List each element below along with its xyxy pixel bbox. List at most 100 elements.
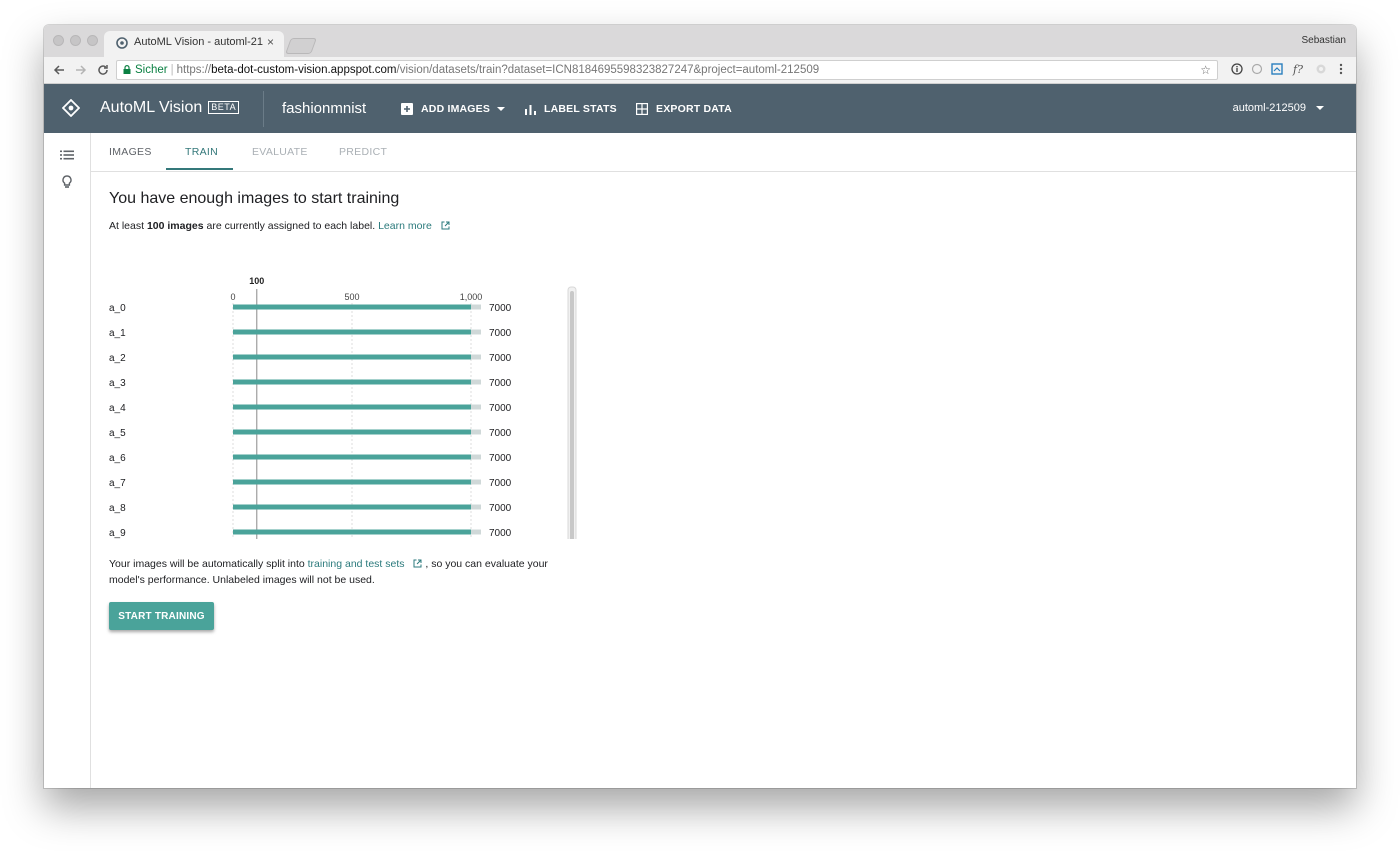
automl-favicon-icon [116,37,128,49]
add-images-button[interactable]: ADD IMAGES [401,103,506,115]
project-name: automl-212509 [1232,102,1306,114]
table-grid-icon [636,103,648,115]
category-label: a_1 [109,328,126,339]
bar-chart-icon [525,104,536,115]
bar-overflow-marker [471,529,481,535]
x-tick-label: 500 [344,292,359,302]
browser-window: AutoML Vision - automl-21250 × Sebastian… [44,25,1356,788]
lightbulb-icon[interactable] [60,175,74,189]
bar [233,479,471,485]
tab-images[interactable]: IMAGES [109,146,152,158]
bar-overflow-marker [471,354,481,360]
close-window-button[interactable] [53,35,64,46]
category-label: a_2 [109,353,126,364]
value-label: 7000 [489,503,512,514]
info-extension-icon[interactable] [1230,62,1244,76]
profile-name[interactable]: Sebastian [1302,35,1346,46]
category-label: a_9 [109,528,126,539]
left-sidebar [44,133,91,788]
page-tabs: IMAGES TRAIN EVALUATE PREDICT [91,133,1356,172]
tab-close-icon[interactable]: × [267,36,274,48]
image-requirement-text: At least 100 images are currently assign… [109,220,450,232]
export-data-label: EXPORT DATA [656,103,732,115]
address-bar[interactable]: Sicher | https://beta-dot-custom-vision.ap… [116,60,1218,80]
secure-label: Sicher [135,64,168,76]
url-path: /vision/datasets/train?dataset=ICN818469… [396,64,820,76]
learn-more-link[interactable]: Learn more [378,220,432,232]
tab-evaluate[interactable]: EVALUATE [252,146,308,158]
tab-title: AutoML Vision - automl-21250 [134,36,263,48]
reload-icon[interactable] [94,61,112,79]
x-tick-label: 1,000 [460,292,483,302]
add-images-label: ADD IMAGES [421,103,491,115]
split-note: Your images will be automatically split … [109,558,548,586]
bar [233,404,471,410]
value-label: 7000 [489,478,512,489]
bar [233,529,471,535]
category-label: a_3 [109,378,126,389]
bar-overflow-marker [471,504,481,510]
back-arrow-icon[interactable] [50,61,68,79]
x-tick-label: 0 [230,292,235,302]
bar [233,304,471,310]
bar [233,329,471,335]
category-label: a_7 [109,478,126,489]
bar [233,354,471,360]
value-label: 7000 [489,528,512,539]
bar-overflow-marker [471,404,481,410]
formula-extension-icon[interactable]: f? [1291,62,1305,76]
lock-icon [123,65,131,74]
bar [233,429,471,435]
url-host: beta-dot-custom-vision.appspot.com [211,64,397,76]
project-selector[interactable]: automl-212509 [1233,102,1324,114]
bar [233,454,471,460]
bar-overflow-marker [471,454,481,460]
header-divider [263,91,264,127]
category-label: a_0 [109,303,126,314]
beta-badge: BETA [208,101,240,114]
value-label: 7000 [489,453,512,464]
browser-tab-automl[interactable]: AutoML Vision - automl-21250 × [104,31,284,57]
export-data-button[interactable]: EXPORT DATA [636,103,732,115]
value-label: 7000 [489,378,512,389]
tab-train[interactable]: TRAIN [185,146,218,158]
browser-tabstrip: AutoML Vision - automl-21250 × Sebastian [44,25,1356,57]
chevron-down-icon [1316,106,1324,110]
maximize-window-button[interactable] [87,35,98,46]
tab-predict[interactable]: PREDICT [339,146,387,158]
circle-extension-icon[interactable] [1250,62,1264,76]
label-stats-button[interactable]: LABEL STATS [525,103,617,115]
list-icon[interactable] [60,148,74,162]
category-label: a_5 [109,428,126,439]
app-header: AutoML Vision BETA fashionmnist ADD IMAGE… [44,84,1356,133]
browser-menu-icon[interactable] [1334,62,1348,76]
new-tab-button[interactable] [285,38,317,54]
bookmark-star-icon[interactable]: ☆ [1200,61,1211,79]
automl-logo-icon[interactable] [62,99,80,117]
chart-scrollbar-thumb[interactable] [570,291,574,539]
label-stats-label: LABEL STATS [544,103,617,115]
external-link-icon[interactable] [441,221,450,230]
value-label: 7000 [489,428,512,439]
bar-overflow-marker [471,304,481,310]
value-label: 7000 [489,403,512,414]
label-count-chart: 0 500 1,000 100 a_0 7000 a_1 7000 a_2 7000 a_3 7000… [109,276,577,539]
category-label: a_8 [109,503,126,514]
threshold-label: 100 [249,276,264,286]
minimize-window-button[interactable] [70,35,81,46]
forward-arrow-icon[interactable] [72,61,90,79]
bar [233,504,471,510]
screenshot-extension-icon[interactable] [1270,62,1284,76]
page-title: You have enough images to start training [109,190,400,207]
browser-toolbar: Sicher | https://beta-dot-custom-vision.ap… [44,57,1356,84]
app-title: AutoML Vision [100,99,203,116]
bar-overflow-marker [471,479,481,485]
training-test-sets-link[interactable]: training and test sets [308,558,405,570]
value-label: 7000 [489,353,512,364]
gear-extension-icon[interactable] [1314,62,1328,76]
bar [233,379,471,385]
url-scheme: https:// [176,64,212,76]
app-brand: AutoML Vision BETA [100,99,240,117]
start-training-button[interactable]: START TRAINING [109,602,214,630]
category-label: a_6 [109,453,126,464]
